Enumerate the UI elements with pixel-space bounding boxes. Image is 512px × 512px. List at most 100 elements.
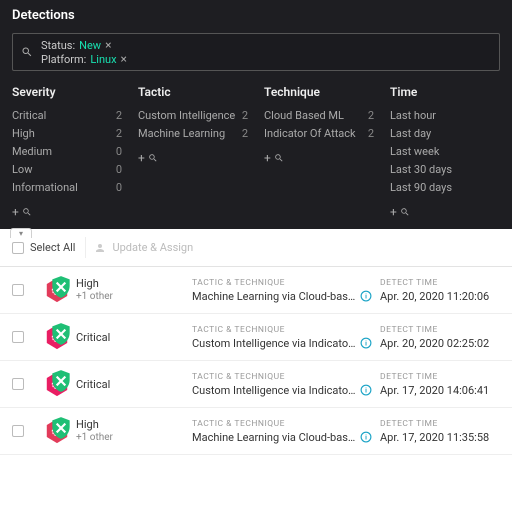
severity-text: Critical xyxy=(76,331,110,344)
row-checkbox[interactable] xyxy=(12,378,24,390)
info-icon[interactable]: i xyxy=(360,290,372,302)
severity-cell: Critical xyxy=(44,324,184,350)
facet-column: Time Last hourLast dayLast weekLast 30 da… xyxy=(390,85,500,219)
search-icon xyxy=(21,46,33,58)
info-icon[interactable]: i xyxy=(360,431,372,443)
facet-title: Technique xyxy=(264,85,374,99)
detection-row[interactable]: Critical TACTIC & TECHNIQUE Custom Intel… xyxy=(0,314,512,361)
time-cell: DETECT TIME Apr. 20, 2020 02:25:02 xyxy=(380,325,510,350)
facet-item-label: High xyxy=(12,125,35,143)
row-checkbox[interactable] xyxy=(12,331,24,343)
column-label: DETECT TIME xyxy=(380,278,510,288)
severity-sub: +1 other xyxy=(76,431,113,444)
facet-item-count: 2 xyxy=(242,125,248,143)
row-checkbox[interactable] xyxy=(12,425,24,437)
chip-value: New xyxy=(79,39,101,52)
info-icon[interactable]: i xyxy=(360,337,372,349)
severity-cell: High +1 other xyxy=(44,418,184,444)
facet-item[interactable]: Last day xyxy=(390,125,500,143)
facet-item-label: Indicator Of Attack xyxy=(264,125,356,143)
chip-key: Status: xyxy=(41,39,75,52)
time-value: Apr. 17, 2020 14:06:41 xyxy=(380,384,510,397)
severity-text: High +1 other xyxy=(76,418,113,444)
column-label: DETECT TIME xyxy=(380,325,510,335)
facet-title: Severity xyxy=(12,85,122,99)
severity-label: Critical xyxy=(76,378,110,391)
severity-sub: +1 other xyxy=(76,290,113,303)
facet-item[interactable]: Informational 0 xyxy=(12,179,122,197)
detection-row[interactable]: Critical TACTIC & TECHNIQUE Custom Intel… xyxy=(0,361,512,408)
facet-column: TacticCustom Intelligence2Machine Learni… xyxy=(138,85,248,219)
select-all-checkbox[interactable] xyxy=(12,242,24,254)
severity-text: High +1 other xyxy=(76,277,113,303)
shield-icon xyxy=(48,368,74,394)
facet-item[interactable]: Medium0 xyxy=(12,143,122,161)
facet-item[interactable]: Cloud Based ML2 xyxy=(264,107,374,125)
time-value: Apr. 17, 2020 11:35:58 xyxy=(380,431,510,444)
select-all[interactable]: Select All xyxy=(12,241,75,254)
shield-icon xyxy=(48,415,74,441)
facet-item-label: Informational xyxy=(12,179,78,197)
shield-icon xyxy=(48,321,74,347)
search-icon xyxy=(148,153,158,163)
facet-item[interactable]: Last 90 days xyxy=(390,179,500,197)
column-label: DETECT TIME xyxy=(380,419,510,429)
shield-icon xyxy=(48,274,74,300)
detections-list: High +1 other TACTIC & TECHNIQUE Machine… xyxy=(0,267,512,455)
info-icon[interactable]: i xyxy=(360,384,372,396)
detection-row[interactable]: High +1 other TACTIC & TECHNIQUE Machine… xyxy=(0,408,512,455)
close-icon[interactable]: × xyxy=(121,52,127,66)
filter-chip[interactable]: Status: New × xyxy=(41,38,127,52)
facet-item-count: 0 xyxy=(116,179,122,197)
svg-text:i: i xyxy=(365,339,367,347)
facet-item-count: 2 xyxy=(368,125,374,143)
facet-item[interactable]: Machine Learning 2 xyxy=(138,125,248,143)
facet-more[interactable]: + xyxy=(138,151,248,165)
severity-cell: High +1 other xyxy=(44,277,184,303)
search-bar[interactable]: Status: New ×Platform: Linux × xyxy=(12,33,500,71)
facet-item-count: 2 xyxy=(368,107,374,125)
svg-text:i: i xyxy=(365,433,367,441)
facet-item[interactable]: Last week xyxy=(390,143,500,161)
search-icon xyxy=(274,153,284,163)
close-icon[interactable]: × xyxy=(105,38,111,52)
facet-column: Technique Cloud Based ML2Indicator Of Att… xyxy=(264,85,374,219)
facet-more[interactable]: + xyxy=(12,205,122,219)
facet-more[interactable]: + xyxy=(264,151,374,165)
severity-hex-icon xyxy=(44,371,70,397)
collapse-caret-icon[interactable]: ▾ xyxy=(10,228,32,238)
facet-item-label: Machine Learning xyxy=(138,125,225,143)
facet-item[interactable]: Last hour xyxy=(390,107,500,125)
facet-item[interactable]: Last 30 days xyxy=(390,161,500,179)
page-title: Detections xyxy=(12,8,500,23)
facet-item-label: Low xyxy=(12,161,32,179)
facet-item[interactable]: Low0 xyxy=(12,161,122,179)
column-label: TACTIC & TECHNIQUE xyxy=(192,325,372,335)
time-value: Apr. 20, 2020 11:20:06 xyxy=(380,290,510,303)
filter-chips: Status: New ×Platform: Linux × xyxy=(41,38,127,66)
facet-item-label: Last 30 days xyxy=(390,161,452,179)
facet-item-label: Last hour xyxy=(390,107,436,125)
facet-item[interactable]: Custom Intelligence2 xyxy=(138,107,248,125)
tactic-cell: TACTIC & TECHNIQUE Machine Learning via … xyxy=(192,278,372,303)
facet-item[interactable]: Critical2 xyxy=(12,107,122,125)
facet-title: Time xyxy=(390,85,500,99)
facet-item[interactable]: Indicator Of Attack 2 xyxy=(264,125,374,143)
severity-label: High xyxy=(76,277,113,290)
facet-grid: SeverityCritical2High2Medium0Low0Informa… xyxy=(12,85,500,219)
tactic-cell: TACTIC & TECHNIQUE Machine Learning via … xyxy=(192,419,372,444)
tactic-value: Custom Intelligence via Indicator … xyxy=(192,337,356,350)
svg-text:i: i xyxy=(365,292,367,300)
severity-label: Critical xyxy=(76,331,110,344)
list-toolbar: ▾ Select All Update & Assign xyxy=(0,229,512,267)
facet-more[interactable]: + xyxy=(390,205,500,219)
detection-row[interactable]: High +1 other TACTIC & TECHNIQUE Machine… xyxy=(0,267,512,314)
filter-chip[interactable]: Platform: Linux × xyxy=(41,52,127,66)
tactic-cell: TACTIC & TECHNIQUE Custom Intelligence v… xyxy=(192,372,372,397)
facet-item[interactable]: High2 xyxy=(12,125,122,143)
assign-icon xyxy=(94,242,106,254)
time-cell: DETECT TIME Apr. 17, 2020 14:06:41 xyxy=(380,372,510,397)
facet-item-count: 2 xyxy=(116,107,122,125)
time-cell: DETECT TIME Apr. 20, 2020 11:20:06 xyxy=(380,278,510,303)
row-checkbox[interactable] xyxy=(12,284,24,296)
